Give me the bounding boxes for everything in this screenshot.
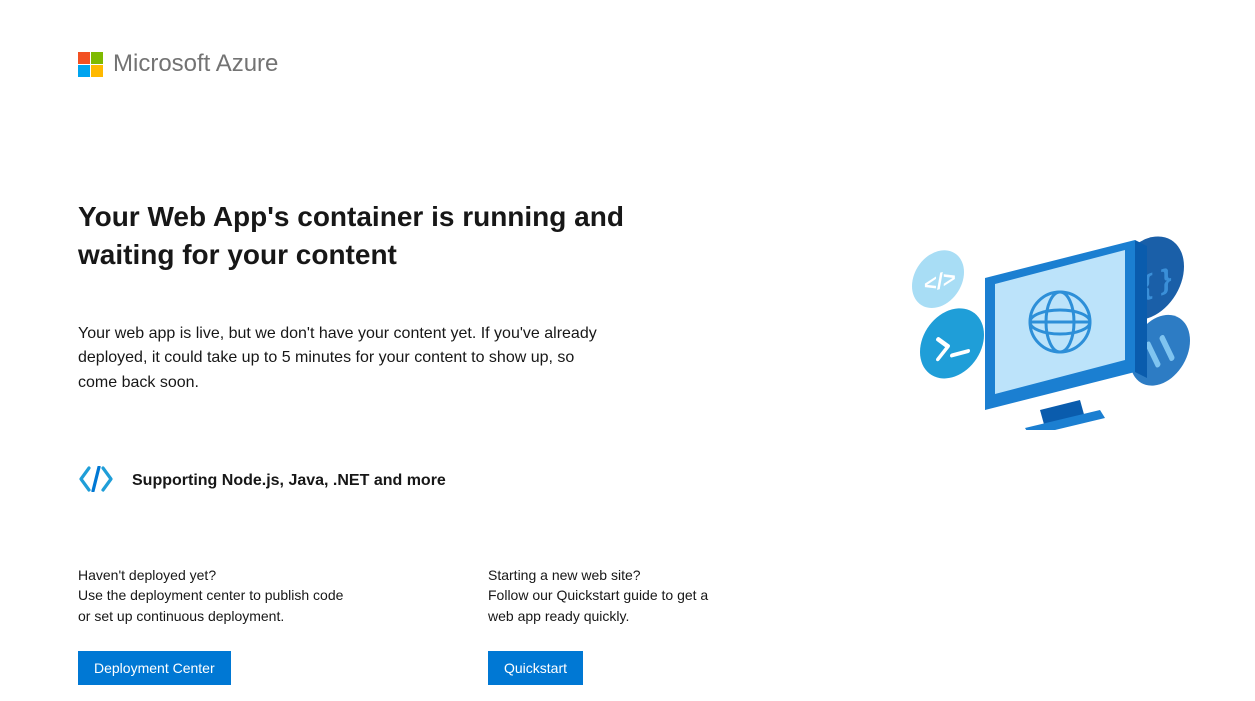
quickstart-text: Follow our Quickstart guide to get a web… xyxy=(488,585,720,627)
main-content: Your Web App's container is running and … xyxy=(0,78,720,685)
deploy-text: Use the deployment center to publish cod… xyxy=(78,585,348,627)
action-columns: Haven't deployed yet? Use the deployment… xyxy=(78,567,720,685)
supporting-row: Supporting Node.js, Java, .NET and more xyxy=(78,466,720,497)
page-description: Your web app is live, but we don't have … xyxy=(78,322,598,396)
deployment-center-button[interactable]: Deployment Center xyxy=(78,651,231,685)
quickstart-question: Starting a new web site? xyxy=(488,567,720,583)
brand-name: Microsoft Azure xyxy=(113,50,278,78)
quickstart-column: Starting a new web site? Follow our Quic… xyxy=(488,567,720,685)
code-brackets-icon xyxy=(78,466,114,497)
microsoft-logo-icon xyxy=(78,52,103,77)
computer-illustration-icon: { } </> xyxy=(890,220,1200,430)
page-title: Your Web App's container is running and … xyxy=(78,198,720,274)
deploy-question: Haven't deployed yet? xyxy=(78,567,348,583)
supporting-text: Supporting Node.js, Java, .NET and more xyxy=(132,472,446,490)
header: Microsoft Azure xyxy=(0,0,1255,78)
quickstart-button[interactable]: Quickstart xyxy=(488,651,583,685)
deploy-column: Haven't deployed yet? Use the deployment… xyxy=(78,567,348,685)
